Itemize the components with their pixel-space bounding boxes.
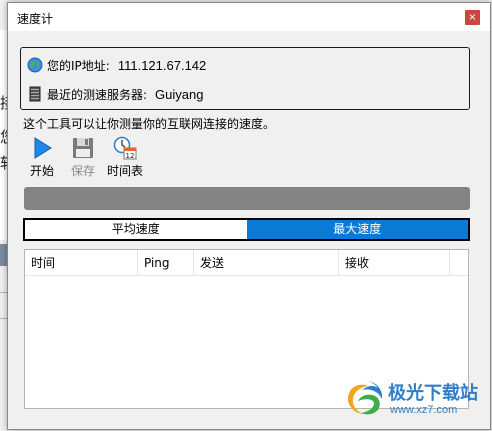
tab-average-speed[interactable]: 平均速度 <box>25 220 247 239</box>
start-label: 开始 <box>30 164 55 178</box>
ip-row: 您的IP地址: 111.121.67.142 <box>27 56 206 74</box>
server-value: Guiyang <box>155 86 204 102</box>
server-row: 最近的测速服务器: Guiyang <box>27 85 203 103</box>
play-icon <box>34 137 52 159</box>
site-watermark: 极光下载站 www.xz7.com <box>344 375 492 425</box>
floppy-disk-icon <box>73 138 93 158</box>
tab-max-speed[interactable]: 最大速度 <box>246 220 468 239</box>
clock-calendar-icon: 12 <box>113 136 137 160</box>
speed-tabs: 平均速度 最大速度 <box>23 218 470 241</box>
connection-info-box: 您的IP地址: 111.121.67.142 最近的测速服务器: Guiyang <box>20 47 470 110</box>
column-header-ping[interactable]: Ping <box>138 250 194 276</box>
title-bar[interactable]: 速度计 × <box>8 3 490 31</box>
speedometer-dialog: 速度计 × 您的IP地址: 111.121.67.142 最近的测速服务器: G… <box>7 2 491 430</box>
start-button[interactable]: 开始 <box>30 136 54 179</box>
ip-value: 111.121.67.142 <box>117 57 207 73</box>
speed-progress-bar <box>24 187 470 210</box>
save-button[interactable]: 保存 <box>71 136 95 179</box>
aurora-logo-icon <box>348 381 383 415</box>
server-icon <box>29 86 41 102</box>
schedule-button[interactable]: 12 时间表 <box>107 136 143 179</box>
column-header-empty <box>450 250 468 276</box>
close-button[interactable]: × <box>465 10 480 25</box>
schedule-label: 时间表 <box>107 164 144 178</box>
column-header-receive[interactable]: 接收 <box>339 250 450 276</box>
calendar-number: 12 <box>126 152 135 160</box>
column-header-time[interactable]: 时间 <box>25 250 138 276</box>
server-label: 最近的测速服务器: <box>47 87 148 102</box>
description-text: 这个工具可以让你测量你的互联网连接的速度。 <box>23 117 276 131</box>
window-title: 速度计 <box>17 12 54 26</box>
watermark-url: www.xz7.com <box>390 404 458 416</box>
watermark-text: 极光下载站 <box>388 383 478 404</box>
table-header: 时间 Ping 发送 接收 <box>25 250 468 276</box>
ip-label: 您的IP地址: <box>47 58 110 73</box>
column-header-send[interactable]: 发送 <box>194 250 339 276</box>
save-label: 保存 <box>71 164 96 178</box>
globe-icon <box>27 57 43 73</box>
